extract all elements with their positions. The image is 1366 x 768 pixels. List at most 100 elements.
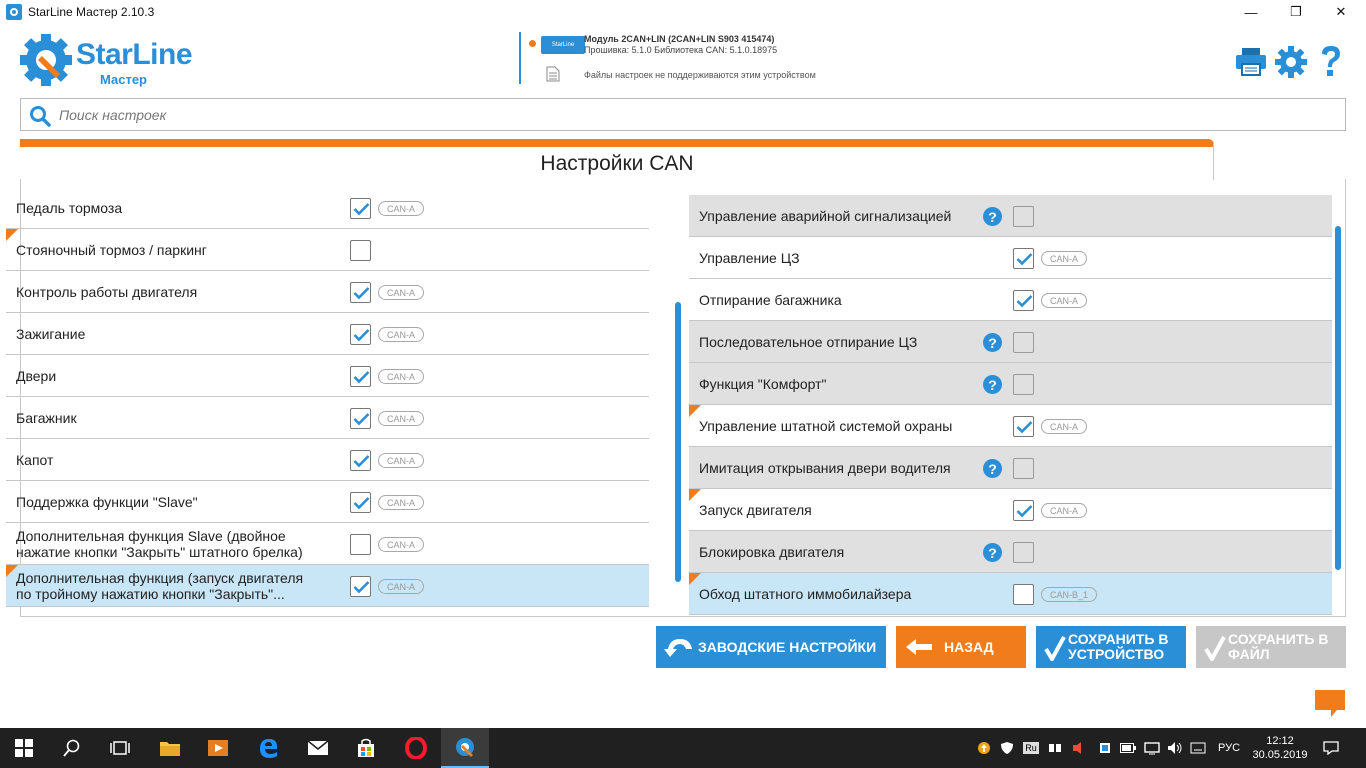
help-icon[interactable]: ? <box>983 459 1002 478</box>
back-button[interactable]: НАЗАД <box>896 626 1026 668</box>
help-icon[interactable]: ? <box>983 375 1002 394</box>
file-explorer-button[interactable] <box>146 728 194 768</box>
back-label: НАЗАД <box>944 638 994 655</box>
notifications-button[interactable] <box>1316 728 1346 768</box>
setting-checkbox[interactable] <box>1013 332 1034 353</box>
edge-button[interactable] <box>244 728 292 768</box>
setting-checkbox[interactable] <box>350 366 371 387</box>
tab-can-settings[interactable]: Настройки CAN <box>20 139 1214 180</box>
lang-badge-tray[interactable]: Ru <box>1021 728 1041 768</box>
start-button[interactable] <box>0 728 48 768</box>
factory-settings-button[interactable]: ЗАВОДСКИЕ НАСТРОЙКИ <box>656 626 886 668</box>
mail-button[interactable] <box>294 728 342 768</box>
setting-label: Функция "Комфорт" <box>699 376 827 392</box>
checkmark-icon <box>353 413 370 426</box>
setting-checkbox[interactable] <box>1013 500 1034 521</box>
help-icon[interactable] <box>1318 44 1344 78</box>
setting-label: Отпирание багажника <box>699 292 842 308</box>
setting-row[interactable]: Обход штатного иммобилайзера CAN-B_1 <box>689 573 1332 615</box>
keyboard-tray-icon[interactable] <box>1189 728 1207 768</box>
setting-checkbox[interactable] <box>350 534 371 555</box>
close-button[interactable]: ✕ <box>1318 0 1364 24</box>
setting-row[interactable]: Багажник CAN-A <box>6 397 649 439</box>
setting-row[interactable]: Управление ЦЗ CAN-A <box>689 237 1332 279</box>
setting-label: Последовательное отпирание ЦЗ <box>699 334 918 350</box>
shield-tray-icon[interactable] <box>998 728 1016 768</box>
starline-app-icon <box>456 738 474 757</box>
can-bus-tag: CAN-A <box>378 495 425 510</box>
setting-row[interactable]: Блокировка двигателя? <box>689 531 1332 573</box>
setting-checkbox[interactable] <box>1013 542 1034 563</box>
update-tray-icon[interactable] <box>975 728 993 768</box>
media-player-button[interactable] <box>194 728 242 768</box>
printer-icon[interactable] <box>1234 44 1268 78</box>
setting-row[interactable]: Двери CAN-A <box>6 355 649 397</box>
setting-row[interactable]: Управление аварийной сигнализацией? <box>689 195 1332 237</box>
setting-checkbox[interactable] <box>350 492 371 513</box>
clock[interactable]: 12:12 30.05.2019 <box>1250 728 1310 768</box>
setting-row[interactable]: Управление штатной системой охраны CAN-A <box>689 405 1332 447</box>
input-language[interactable]: РУС <box>1212 728 1246 768</box>
checkmark-icon <box>1016 253 1033 266</box>
alert-tray-icon[interactable] <box>1069 728 1087 768</box>
setting-label: Управление штатной системой охраны <box>699 418 953 434</box>
setting-checkbox[interactable] <box>1013 290 1034 311</box>
store-button[interactable] <box>342 728 390 768</box>
setting-checkbox[interactable] <box>350 240 371 261</box>
device-notice: Файлы настроек не поддерживаются этим ус… <box>584 70 816 80</box>
setting-row[interactable]: Имитация открывания двери водителя? <box>689 447 1332 489</box>
setting-row[interactable]: Запуск двигателя CAN-A <box>689 489 1332 531</box>
volume-tray-icon[interactable] <box>1166 728 1184 768</box>
setting-row[interactable]: Отпирание багажника CAN-A <box>689 279 1332 321</box>
minimize-button[interactable]: — <box>1228 0 1274 24</box>
setting-checkbox[interactable] <box>350 198 371 219</box>
battery-tray-icon[interactable] <box>1119 728 1137 768</box>
setting-checkbox[interactable] <box>1013 248 1034 269</box>
left-scrollbar[interactable] <box>675 302 681 582</box>
search-input[interactable] <box>59 103 1329 127</box>
wifi-tray-icon[interactable] <box>1143 728 1161 768</box>
can-bus-tag: CAN-A <box>378 411 425 426</box>
opera-button[interactable] <box>392 728 440 768</box>
setting-checkbox[interactable] <box>350 408 371 429</box>
setting-checkbox[interactable] <box>1013 374 1034 395</box>
help-icon[interactable]: ? <box>983 207 1002 226</box>
network-tray-icon[interactable] <box>1046 728 1064 768</box>
setting-row[interactable]: Контроль работы двигателя CAN-A <box>6 271 649 313</box>
setting-row[interactable]: Стояночный тормоз / паркинг <box>6 229 649 271</box>
maximize-button[interactable]: ❐ <box>1273 0 1319 24</box>
setting-row[interactable]: Капот CAN-A <box>6 439 649 481</box>
taskbar-search-button[interactable] <box>48 728 96 768</box>
setting-row[interactable]: Функция "Комфорт"? <box>689 363 1332 405</box>
clock-time: 12:12 <box>1266 735 1294 747</box>
setting-checkbox[interactable] <box>1013 458 1034 479</box>
window-title: StarLine Мастер 2.10.3 <box>28 5 155 19</box>
setting-checkbox[interactable] <box>350 576 371 597</box>
device-tray-icon[interactable] <box>1096 728 1114 768</box>
settings-gear-icon[interactable] <box>1275 44 1307 78</box>
setting-checkbox[interactable] <box>350 282 371 303</box>
starline-taskbar-button[interactable] <box>441 728 489 768</box>
task-view-button[interactable] <box>96 728 144 768</box>
setting-label: Контроль работы двигателя <box>16 284 198 300</box>
setting-row[interactable]: Дополнительная функция Slave (двойное на… <box>6 523 649 565</box>
setting-row[interactable]: Дополнительная функция (запуск двигателя… <box>6 565 649 607</box>
setting-checkbox[interactable] <box>350 324 371 345</box>
setting-checkbox[interactable] <box>1013 416 1034 437</box>
save-to-device-button[interactable]: СОХРАНИТЬ В УСТРОЙСТВО <box>1036 626 1186 668</box>
setting-checkbox[interactable] <box>1013 206 1034 227</box>
setting-row[interactable]: Зажигание CAN-A <box>6 313 649 355</box>
help-icon[interactable]: ? <box>983 333 1002 352</box>
can-bus-tag: CAN-A <box>378 537 425 552</box>
setting-checkbox[interactable] <box>350 450 371 471</box>
can-bus-tag: CAN-A <box>378 369 425 384</box>
chat-icon[interactable] <box>1313 688 1347 718</box>
help-icon[interactable]: ? <box>983 543 1002 562</box>
setting-label: Капот <box>16 452 54 468</box>
setting-row[interactable]: Поддержка функции "Slave" CAN-A <box>6 481 649 523</box>
setting-checkbox[interactable] <box>1013 584 1034 605</box>
setting-row[interactable]: Педаль тормоза CAN-A <box>6 187 649 229</box>
setting-row[interactable]: Последовательное отпирание ЦЗ? <box>689 321 1332 363</box>
save-to-file-button[interactable]: СОХРАНИТЬ В ФАЙЛ <box>1196 626 1346 668</box>
right-scrollbar[interactable] <box>1335 226 1341 570</box>
